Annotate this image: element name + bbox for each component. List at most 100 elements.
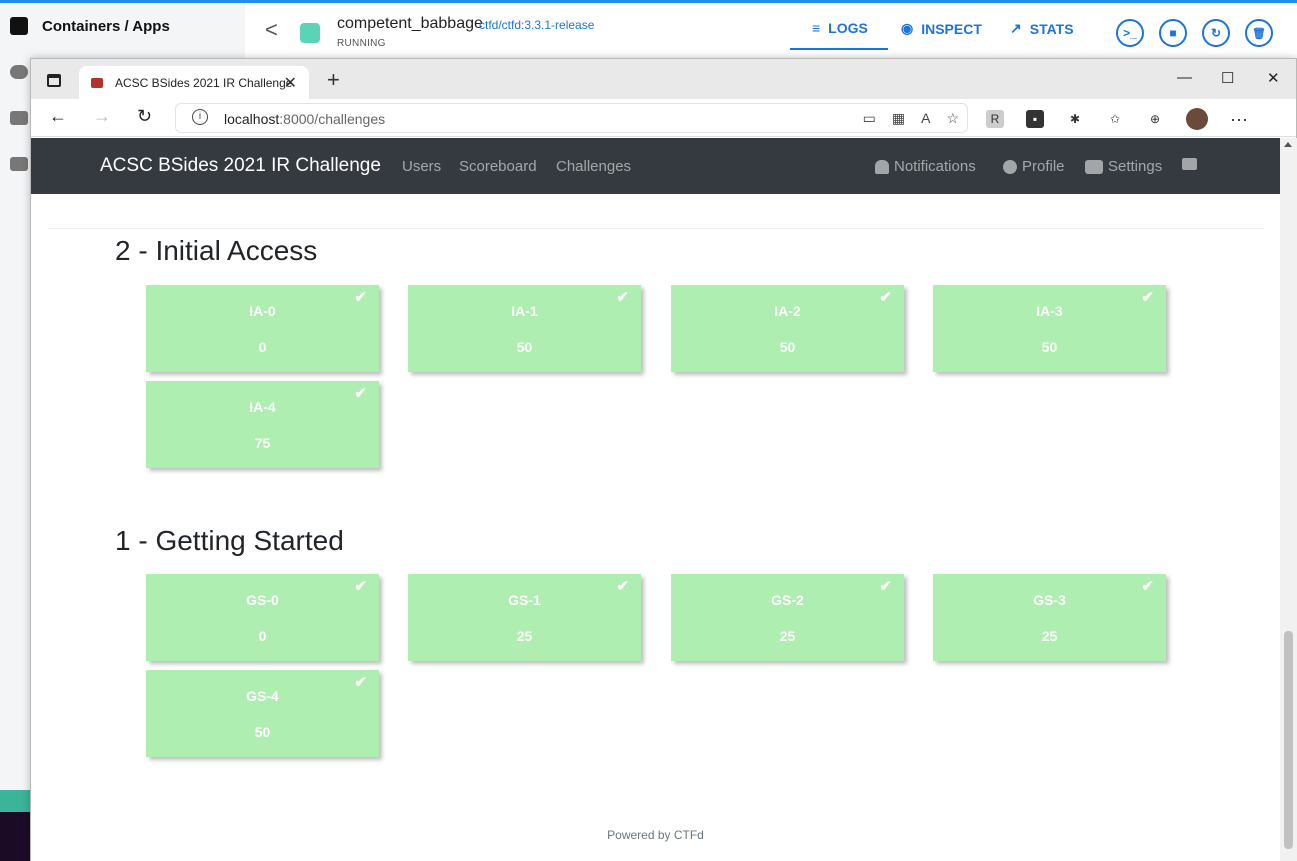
restart-button[interactable]: ↻	[1202, 19, 1230, 47]
collections-icon[interactable]: ⊕	[1146, 110, 1164, 128]
nav-notifications-label: Notifications	[894, 158, 976, 175]
tab-inspect-label: INSPECT	[921, 20, 982, 37]
footer-powered-by[interactable]: Powered by CTFd	[31, 828, 1280, 842]
challenge-name: GS-3	[1033, 592, 1066, 608]
page-scrollbar[interactable]	[1280, 138, 1297, 861]
challenge-card-gs-4[interactable]: ✔ GS-4 50	[146, 670, 379, 757]
page-viewport: ACSC BSides 2021 IR Challenge Users Scor…	[31, 138, 1280, 861]
tab-stats-label: STATS	[1029, 20, 1074, 37]
extension-password-icon[interactable]: ▪	[1026, 110, 1044, 128]
logout-icon	[1182, 158, 1197, 170]
browser-tab[interactable]: ACSC BSides 2021 IR Challenge ✕	[79, 66, 309, 99]
browser-tab-title: ACSC BSides 2021 IR Challenge	[115, 75, 293, 90]
url-text[interactable]: localhost:8000/challenges	[224, 111, 385, 127]
layers-icon[interactable]	[10, 157, 28, 171]
challenge-name: GS-1	[508, 592, 541, 608]
logs-icon: ≡	[812, 20, 821, 36]
qr-code-icon[interactable]: ▦	[892, 110, 905, 127]
reload-button[interactable]: ↻	[137, 106, 152, 127]
favorites-icon[interactable]: ✩	[1106, 110, 1124, 128]
maximize-button[interactable]: ☐	[1221, 69, 1234, 87]
add-favorite-icon[interactable]: ☆	[946, 110, 959, 127]
close-window-button[interactable]: ✕	[1267, 69, 1280, 87]
challenge-card-gs-3[interactable]: ✔ GS-3 25	[933, 574, 1166, 661]
container-image-link[interactable]: ctfd/ctfd:3.3.1-release	[479, 18, 594, 32]
delete-button[interactable]: 🗑	[1245, 19, 1273, 47]
challenge-name: IA-4	[249, 399, 276, 415]
nav-profile-label: Profile	[1022, 158, 1065, 175]
container-name: competent_babbage	[337, 15, 483, 32]
challenge-card-gs-2[interactable]: ✔ GS-2 25	[671, 574, 904, 661]
scrollbar-thumb[interactable]	[1284, 631, 1293, 849]
challenge-name: GS-2	[771, 592, 804, 608]
docker-sidebar-title: Containers / Apps	[42, 17, 170, 35]
drive-icon[interactable]	[10, 111, 28, 125]
nav-settings-label: Settings	[1108, 158, 1163, 175]
nav-logout[interactable]	[1182, 158, 1197, 170]
ctfd-favicon-icon	[91, 77, 103, 88]
challenge-name: GS-4	[246, 688, 279, 704]
url-path: :8000/challenges	[279, 111, 386, 127]
tab-close-icon[interactable]: ✕	[284, 73, 297, 93]
challenge-card-ia-0[interactable]: ✔ IA-0 0	[146, 285, 379, 372]
back-chevron-icon[interactable]: <	[265, 17, 278, 43]
challenge-card-ia-4[interactable]: ✔ IA-4 75	[146, 381, 379, 468]
challenge-card-ia-2[interactable]: ✔ IA-2 50	[671, 285, 904, 372]
nav-settings[interactable]: Settings	[1085, 158, 1162, 175]
cli-button[interactable]: >_	[1116, 19, 1144, 47]
challenge-name: IA-3	[1036, 303, 1063, 319]
profile-avatar[interactable]	[1186, 108, 1208, 130]
docker-teal-strip	[0, 790, 30, 812]
tab-actions-icon[interactable]	[47, 74, 61, 87]
minimize-button[interactable]: —	[1177, 69, 1192, 86]
nav-scoreboard[interactable]: Scoreboard	[459, 158, 537, 175]
read-aloud-icon[interactable]: A	[921, 110, 930, 127]
stop-button[interactable]: ■	[1159, 19, 1187, 47]
tab-logs[interactable]: ≡ LOGS	[790, 20, 888, 50]
gears-icon	[1085, 159, 1103, 174]
docker-container-header: < competent_babbage ctfd/ctfd:3.3.1-rele…	[245, 3, 1297, 58]
back-button[interactable]: ←	[49, 106, 67, 127]
browser-toolbar: ← → ↻ i localhost:8000/challenges ▭ ▦ A …	[31, 99, 1296, 137]
app-available-icon[interactable]: ▭	[863, 110, 876, 127]
ctfd-brand[interactable]: ACSC BSides 2021 IR Challenge	[100, 155, 381, 177]
challenge-value: 25	[1041, 628, 1058, 644]
ctfd-navbar: ACSC BSides 2021 IR Challenge Users Scor…	[31, 138, 1280, 194]
more-menu-icon[interactable]: ···	[1230, 109, 1248, 130]
challenge-card-gs-1[interactable]: ✔ GS-1 25	[408, 574, 641, 661]
url-host: localhost	[224, 111, 280, 127]
eye-icon: ◉	[901, 20, 914, 36]
nav-notifications[interactable]: Notifications	[875, 158, 976, 175]
nav-profile[interactable]: Profile	[1003, 158, 1065, 175]
tab-logs-label: LOGS	[828, 20, 868, 36]
nav-users[interactable]: Users	[402, 158, 441, 175]
challenge-card-gs-0[interactable]: ✔ GS-0 0	[146, 574, 379, 661]
challenge-name: GS-0	[246, 592, 279, 608]
category-title: 1 - Getting Started	[115, 525, 344, 556]
challenge-value: 50	[516, 339, 533, 355]
user-circle-icon	[1003, 159, 1017, 174]
challenge-value: 0	[258, 628, 267, 644]
address-bar-icons: ▭ ▦ A ☆	[863, 110, 959, 127]
docker-dark-strip	[0, 812, 30, 861]
scroll-up-arrow-icon[interactable]	[1284, 142, 1292, 147]
forward-button[interactable]: →	[93, 106, 111, 127]
extensions-puzzle-icon[interactable]: ✱	[1066, 110, 1084, 128]
docker-cube-icon	[10, 17, 28, 35]
challenge-value: 50	[779, 339, 796, 355]
new-tab-button[interactable]: +	[327, 67, 340, 93]
challenge-card-ia-1[interactable]: ✔ IA-1 50	[408, 285, 641, 372]
tab-stats[interactable]: ↗ STATS	[1010, 20, 1074, 37]
challenge-card-ia-3[interactable]: ✔ IA-3 50	[933, 285, 1166, 372]
cloud-icon[interactable]	[10, 65, 28, 79]
tab-inspect[interactable]: ◉ INSPECT	[901, 20, 982, 37]
nav-challenges[interactable]: Challenges	[556, 158, 631, 175]
challenge-value: 25	[516, 628, 533, 644]
address-bar[interactable]: i localhost:8000/challenges ▭ ▦ A ☆	[175, 103, 968, 133]
bell-icon	[875, 159, 889, 174]
challenge-name: IA-1	[511, 303, 538, 319]
tab-strip: ACSC BSides 2021 IR Challenge ✕ + — ☐ ✕	[31, 59, 1296, 99]
challenge-value: 75	[254, 435, 271, 451]
site-info-icon[interactable]: i	[192, 109, 208, 125]
extension-r-icon[interactable]: R	[986, 110, 1004, 128]
